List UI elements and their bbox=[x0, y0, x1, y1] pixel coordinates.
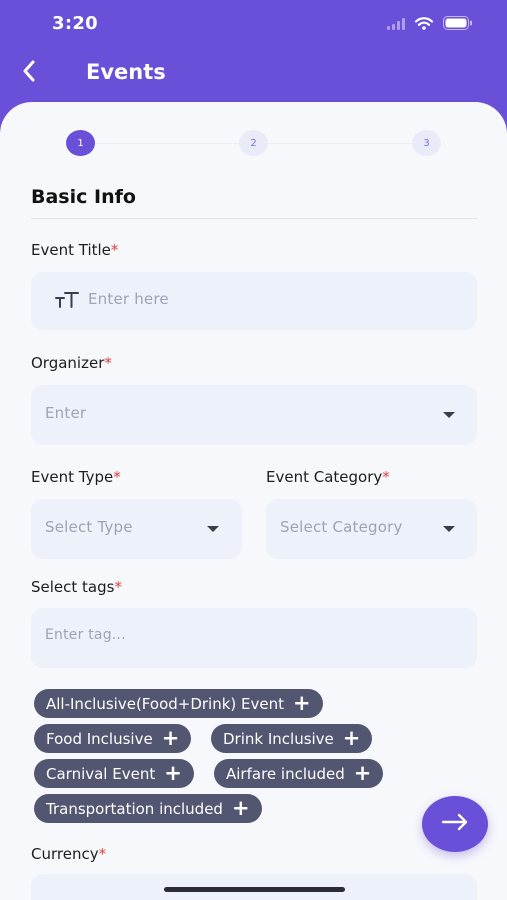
back-button[interactable] bbox=[16, 60, 42, 86]
arrow-right-icon bbox=[441, 813, 469, 835]
organizer-label-text: Organizer bbox=[31, 354, 105, 372]
event-title-placeholder: Enter here bbox=[88, 290, 169, 308]
plus-icon: + bbox=[161, 726, 180, 750]
tag-chip-label: Drink Inclusive bbox=[223, 729, 334, 748]
section-title: Basic Info bbox=[31, 186, 136, 208]
required-mark: * bbox=[110, 241, 119, 259]
chevron-down-icon bbox=[443, 526, 455, 532]
tag-chip-carnival-event[interactable]: Carnival Event + bbox=[34, 759, 194, 788]
tag-chip-all-inclusive[interactable]: All-Inclusive(Food+Drink) Event + bbox=[34, 689, 323, 718]
status-icons bbox=[387, 15, 473, 34]
plus-icon: + bbox=[164, 761, 182, 785]
divider bbox=[31, 218, 477, 219]
plus-icon: + bbox=[342, 726, 361, 750]
currency-label-text: Currency bbox=[31, 845, 99, 863]
tag-chip-drink-inclusive[interactable]: Drink Inclusive + bbox=[211, 724, 373, 753]
chevron-left-icon bbox=[22, 60, 36, 86]
tag-chip-label: Carnival Event bbox=[46, 764, 156, 783]
signal-icon bbox=[387, 15, 405, 34]
event-type-select[interactable]: Select Type bbox=[31, 499, 242, 559]
currency-label: Currency* bbox=[31, 845, 106, 863]
status-time: 3:20 bbox=[52, 13, 98, 34]
required-mark: * bbox=[114, 578, 122, 596]
status-bar: 3:20 bbox=[0, 0, 507, 48]
plus-icon: + bbox=[353, 761, 372, 785]
tag-chip-label: Airfare included bbox=[226, 764, 345, 783]
page-title: Events bbox=[86, 60, 166, 84]
event-type-placeholder: Select Type bbox=[45, 518, 133, 536]
plus-icon: + bbox=[231, 796, 250, 820]
event-title-label: Event Title* bbox=[31, 241, 118, 259]
event-type-label-text: Event Type bbox=[31, 468, 114, 486]
chevron-down-icon bbox=[207, 526, 219, 532]
step-2[interactable]: 2 bbox=[239, 130, 268, 156]
tags-input[interactable]: Enter tag... bbox=[31, 608, 477, 668]
next-button[interactable] bbox=[422, 796, 488, 852]
step-3[interactable]: 3 bbox=[412, 130, 441, 156]
stepper: 1 2 3 bbox=[66, 130, 442, 156]
required-mark: * bbox=[382, 468, 390, 486]
required-mark: * bbox=[104, 354, 112, 372]
step-1[interactable]: 1 bbox=[66, 130, 95, 156]
chevron-down-icon bbox=[443, 412, 455, 418]
tag-chip-transportation-included[interactable]: Transportation included + bbox=[34, 794, 262, 823]
required-mark: * bbox=[113, 468, 121, 486]
event-title-input[interactable]: Enter here bbox=[31, 272, 477, 330]
organizer-placeholder: Enter bbox=[45, 404, 87, 422]
app-header: Events bbox=[0, 48, 507, 104]
tags-label: Select tags* bbox=[31, 578, 122, 596]
tag-chip-airfare-included[interactable]: Airfare included + bbox=[214, 759, 384, 788]
tag-chip-label: All-Inclusive(Food+Drink) Event bbox=[46, 694, 285, 713]
event-category-label: Event Category* bbox=[266, 468, 390, 486]
form-sheet: 1 2 3 Basic Info Event Title* Enter here… bbox=[0, 102, 507, 900]
tag-chip-label: Transportation included bbox=[46, 799, 223, 818]
required-mark: * bbox=[98, 845, 107, 863]
event-category-label-text: Event Category bbox=[266, 468, 383, 486]
text-size-icon bbox=[55, 290, 79, 312]
plus-icon: + bbox=[293, 691, 311, 715]
event-title-label-text: Event Title bbox=[31, 241, 111, 259]
tags-placeholder: Enter tag... bbox=[45, 627, 126, 643]
organizer-select[interactable]: Enter bbox=[31, 385, 477, 445]
event-category-select[interactable]: Select Category bbox=[266, 499, 477, 559]
tag-chip-label: Food Inclusive bbox=[46, 729, 153, 748]
organizer-label: Organizer* bbox=[31, 354, 112, 372]
tags-label-text: Select tags bbox=[31, 578, 115, 596]
event-type-label: Event Type* bbox=[31, 468, 121, 486]
tag-chip-food-inclusive[interactable]: Food Inclusive + bbox=[34, 724, 192, 753]
battery-icon bbox=[443, 15, 473, 34]
wifi-icon bbox=[414, 15, 434, 34]
home-indicator bbox=[164, 887, 345, 892]
event-category-placeholder: Select Category bbox=[280, 518, 403, 536]
